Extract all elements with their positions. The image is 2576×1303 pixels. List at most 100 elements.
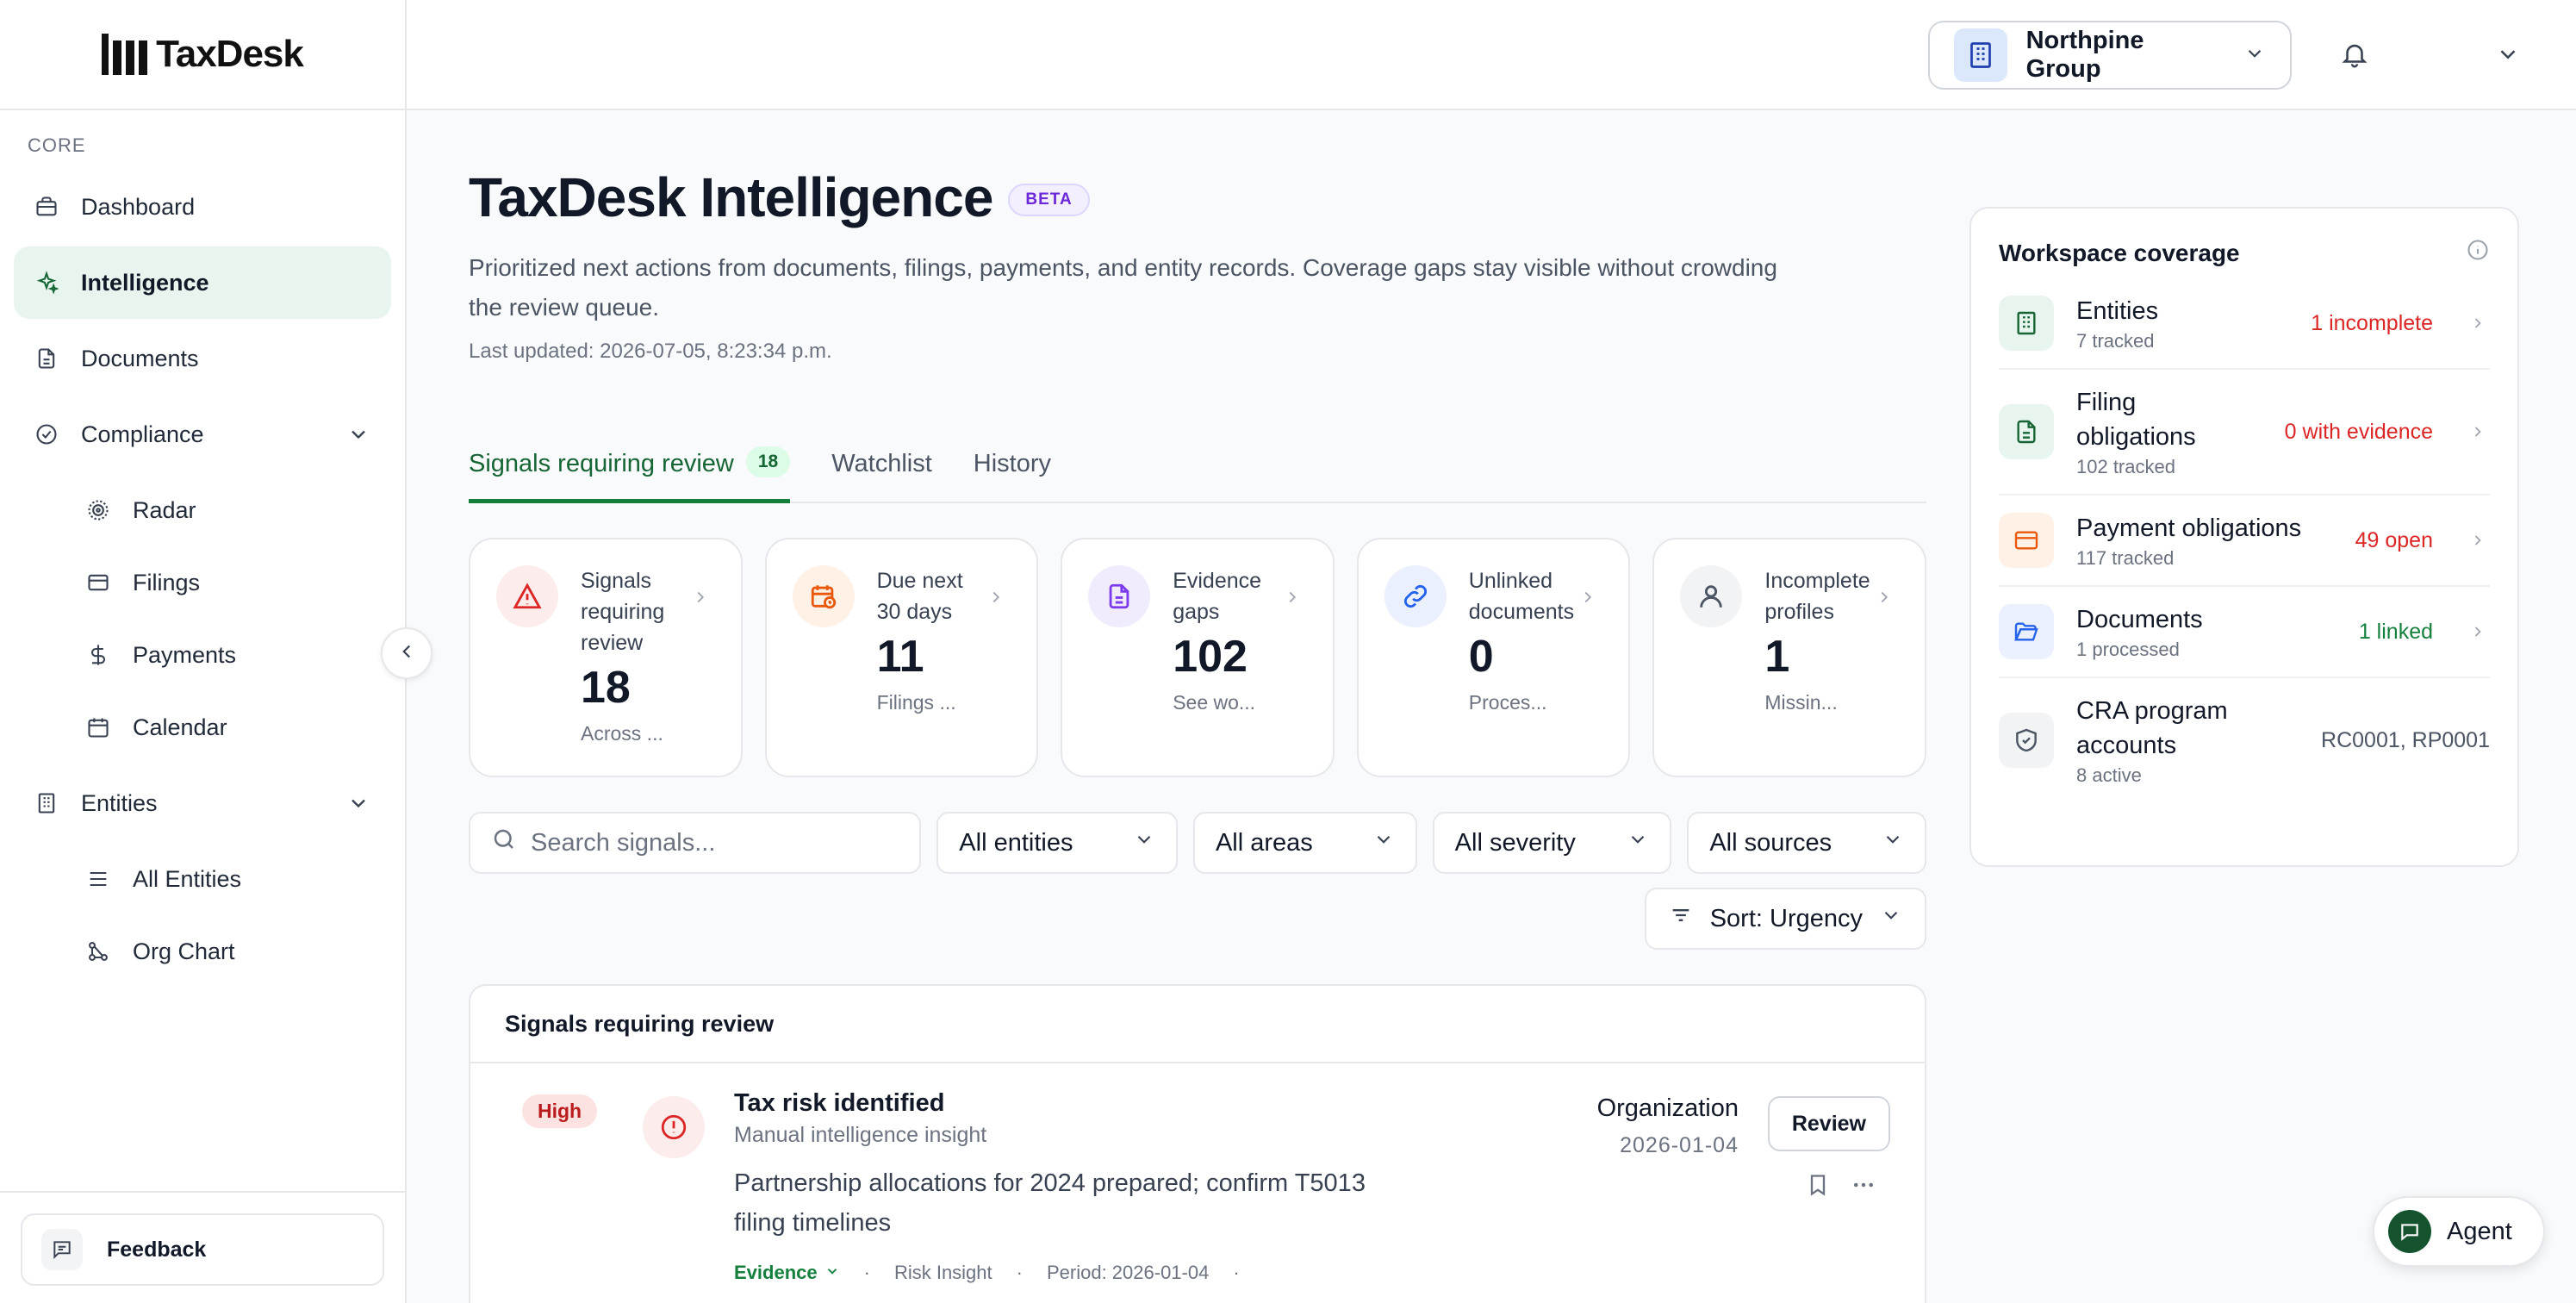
search-input[interactable]: Search signals... [469, 812, 922, 874]
sidebar-item-entities[interactable]: Entities [14, 767, 391, 839]
tab-history[interactable]: History [974, 450, 1051, 502]
chevron-right-icon [986, 588, 1005, 611]
coverage-status: 0 with evidence [2284, 419, 2433, 444]
building-icon [34, 791, 59, 815]
sidebar-item-calendar[interactable]: Calendar [0, 691, 405, 764]
building-icon [1954, 28, 2007, 82]
stat-label: Signals requiring review [581, 569, 665, 655]
search-placeholder: Search signals... [531, 828, 716, 857]
coverage-name: Documents [2076, 606, 2203, 633]
sidebar-item-dashboard[interactable]: Dashboard [14, 171, 391, 243]
chevron-down-icon [1880, 904, 1902, 933]
tab-signals[interactable]: Signals requiring review 18 [469, 446, 791, 503]
stat-card-signals[interactable]: Signals requiring review 18 Across ... [469, 538, 743, 777]
coverage-sub: 102 tracked [2076, 456, 2175, 477]
chevron-down-icon[interactable] [346, 422, 370, 446]
card-icon [86, 570, 110, 595]
sidebar: TaxDesk CORE Dashboard Intelligence Docu… [0, 0, 407, 1303]
sort-select[interactable]: Sort: Urgency [1644, 888, 1926, 950]
coverage-sub: 1 processed [2076, 639, 2180, 660]
sidebar-item-payments[interactable]: Payments [0, 619, 405, 691]
sidebar-item-intelligence[interactable]: Intelligence [14, 246, 391, 319]
chevron-down-icon[interactable] [346, 791, 370, 815]
meta-separator: · [1233, 1262, 1240, 1283]
dollar-icon [86, 643, 110, 667]
signal-row[interactable]: High Tax risk identified Manual intellig… [470, 1063, 1925, 1283]
info-icon[interactable] [2466, 238, 2490, 268]
signal-entity: Organization [1596, 1094, 1739, 1122]
stat-sub: See wo... [1173, 691, 1256, 714]
bell-icon[interactable] [2340, 40, 2369, 73]
entities-filter[interactable]: All entities [936, 812, 1178, 874]
coverage-item-filing-obligations[interactable]: Filing obligations 102 tracked 0 with ev… [1999, 370, 2490, 496]
shield-check-icon [1999, 713, 2054, 768]
collapse-sidebar-button[interactable] [381, 627, 432, 679]
org-switcher[interactable]: Northpine Group [1928, 21, 2292, 90]
sidebar-item-label: Filings [133, 569, 201, 595]
coverage-name: CRA program accounts [2076, 697, 2228, 759]
sidebar-footer: Feedback [0, 1191, 405, 1303]
chevron-right-icon [2466, 623, 2490, 640]
sparkles-icon [34, 271, 59, 295]
tab-count-badge: 18 [745, 446, 791, 477]
agent-label: Agent [2447, 1217, 2512, 1245]
chevron-right-icon [1875, 588, 1894, 611]
stat-card-evidence[interactable]: Evidence gaps 102 See wo... [1061, 538, 1335, 777]
tab-watchlist[interactable]: Watchlist [831, 450, 932, 502]
areas-filter[interactable]: All areas [1192, 812, 1417, 874]
coverage-item-entities[interactable]: Entities 7 tracked 1 incomplete [1999, 278, 2490, 370]
coverage-status: RC0001, RP0001 [2321, 727, 2490, 752]
chevron-down-icon [2243, 42, 2266, 69]
sidebar-item-compliance[interactable]: Compliance [14, 398, 391, 471]
logo[interactable]: TaxDesk [0, 0, 405, 110]
panel-title: Signals requiring review [470, 986, 1925, 1063]
signal-category: Risk Insight [893, 1262, 992, 1283]
coverage-title: Workspace coverage [1999, 239, 2240, 266]
check-circle-icon [34, 422, 59, 446]
sidebar-item-all-entities[interactable]: All Entities [0, 843, 405, 915]
coverage-item-payment-obligations[interactable]: Payment obligations 117 tracked 49 open [1999, 496, 2490, 587]
evidence-toggle[interactable]: Evidence [734, 1262, 840, 1284]
stat-card-unlinked[interactable]: Unlinked documents 0 Proces... [1356, 538, 1631, 777]
coverage-status: 1 linked [2358, 619, 2433, 644]
feedback-button[interactable]: Feedback [21, 1213, 384, 1286]
main-content: TaxDesk Intelligence BETA Prioritized ne… [469, 110, 1926, 1303]
sidebar-item-radar[interactable]: Radar [0, 474, 405, 546]
chevron-down-icon [1882, 828, 1904, 857]
sidebar-item-documents[interactable]: Documents [14, 322, 391, 395]
bookmark-icon[interactable] [1806, 1173, 1830, 1201]
chevron-down-icon [1133, 828, 1155, 857]
stat-card-profiles[interactable]: Incomplete profiles 1 Missin... [1652, 538, 1926, 777]
coverage-sub: 8 active [2076, 764, 2142, 786]
review-button[interactable]: Review [1767, 1096, 1890, 1151]
stat-card-due[interactable]: Due next 30 days 11 Filings ... [764, 538, 1039, 777]
coverage-item-documents[interactable]: Documents 1 processed 1 linked [1999, 587, 2490, 678]
beta-badge: BETA [1008, 184, 1090, 216]
sort-label: Sort: Urgency [1709, 904, 1863, 932]
file-icon [34, 346, 59, 371]
signal-period: Period: 2026-01-04 [1046, 1262, 1210, 1283]
tab-label: History [973, 450, 1052, 477]
coverage-sub: 7 tracked [2076, 330, 2155, 352]
severity-filter[interactable]: All severity [1432, 812, 1672, 874]
more-horizontal-icon[interactable] [1851, 1172, 1876, 1202]
sidebar-item-label: Compliance [81, 421, 204, 447]
sidebar-item-filings[interactable]: Filings [0, 546, 405, 619]
user-menu-chevron-icon[interactable] [2495, 41, 2521, 72]
page-subtitle: Prioritized next actions from documents,… [469, 254, 1777, 321]
stat-value: 18 [581, 663, 631, 713]
workspace-coverage-panel: Workspace coverage Entities 7 tracked 1 … [1969, 207, 2519, 867]
signal-description: Partnership allocations for 2024 prepare… [734, 1169, 1366, 1237]
stat-value: 11 [876, 632, 924, 682]
sidebar-item-org-chart[interactable]: Org Chart [0, 915, 405, 988]
sources-filter[interactable]: All sources [1687, 812, 1926, 874]
building-icon [1999, 296, 2054, 351]
chevron-right-icon [1578, 588, 1597, 611]
briefcase-icon [34, 195, 59, 219]
coverage-item-cra-program-accounts[interactable]: CRA program accounts 8 active RC0001, RP… [1999, 678, 2490, 802]
filter-lines-icon [1669, 903, 1693, 934]
agent-button[interactable]: Agent [2373, 1196, 2545, 1267]
stat-sub: Proces... [1468, 691, 1547, 714]
stat-label: Unlinked documents [1468, 569, 1575, 624]
stat-value: 102 [1173, 632, 1248, 682]
